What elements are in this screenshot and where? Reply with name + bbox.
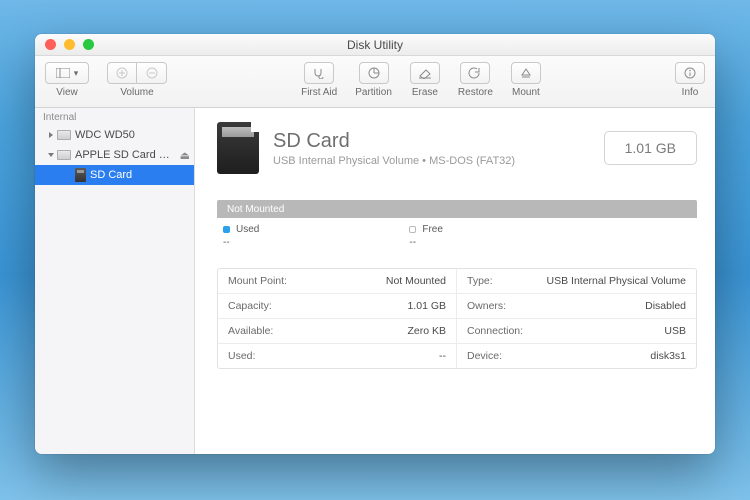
toolbar-volume-group: Volume [107, 62, 167, 98]
legend-used-label: Used [236, 224, 259, 235]
capacity-badge: 1.01 GB [604, 131, 697, 165]
erase-icon [418, 67, 432, 79]
sidebar-section-internal: Internal [35, 108, 194, 125]
detail-owners: Owners:Disabled [457, 294, 696, 319]
legend-free-label: Free [422, 224, 443, 235]
sidebar-item-label: APPLE SD Card R… [75, 149, 176, 161]
eject-icon[interactable]: ⏏ [180, 149, 190, 162]
chevron-down-icon: ▾ [74, 68, 79, 79]
toolbar-label-restore: Restore [458, 87, 493, 98]
details-table: Mount Point:Not Mounted Type:USB Interna… [217, 268, 697, 369]
sidebar-item-wdc[interactable]: WDC WD50 [35, 125, 194, 145]
sidebar-item-apple-sd-reader[interactable]: APPLE SD Card R… ⏏ [35, 145, 194, 165]
volume-header: SD Card USB Internal Physical Volume • M… [217, 122, 697, 174]
plus-volume-icon [116, 67, 128, 79]
mount-button[interactable] [511, 62, 541, 84]
detail-used: Used:-- [218, 344, 457, 368]
mount-icon [520, 67, 532, 79]
detail-available: Available:Zero KB [218, 319, 457, 344]
toolbar-label-view: View [56, 87, 78, 98]
view-button[interactable]: ▾ [45, 62, 89, 84]
legend-used-value: -- [223, 237, 259, 248]
status-bar: Not Mounted [217, 200, 697, 218]
legend-used: Used -- [223, 224, 259, 248]
minus-volume-icon [146, 67, 158, 79]
toolbar-label-mount: Mount [512, 87, 540, 98]
toolbar-label-erase: Erase [412, 87, 438, 98]
restore-button[interactable] [460, 62, 490, 84]
sidebar-item-label: SD Card [90, 169, 190, 181]
info-icon [684, 67, 696, 79]
sdcard-icon [75, 168, 86, 182]
pie-icon [368, 67, 380, 79]
detail-capacity: Capacity:1.01 GB [218, 294, 457, 319]
toolbar: ▾ View Volume First Aid Partition [35, 56, 715, 108]
detail-mount-point: Mount Point:Not Mounted [218, 269, 457, 294]
sidebar-item-label: WDC WD50 [75, 129, 190, 141]
sidebar: Internal WDC WD50 APPLE SD Card R… ⏏ SD … [35, 108, 195, 454]
firstaid-button[interactable] [304, 62, 334, 84]
volume-add-button[interactable] [107, 62, 137, 84]
stethoscope-icon [312, 67, 326, 79]
titlebar: Disk Utility [35, 34, 715, 56]
volume-name: SD Card [273, 130, 515, 153]
window-title: Disk Utility [35, 38, 715, 52]
volume-subtitle: USB Internal Physical Volume • MS-DOS (F… [273, 155, 515, 167]
toolbar-label-partition: Partition [355, 87, 392, 98]
used-swatch-icon [223, 226, 230, 233]
disclosure-right-icon[interactable] [49, 132, 53, 138]
erase-button[interactable] [410, 62, 440, 84]
toolbar-label-firstaid: First Aid [301, 87, 337, 98]
detail-type: Type:USB Internal Physical Volume [457, 269, 696, 294]
toolbar-label-volume: Volume [120, 87, 153, 98]
sidebar-icon [56, 68, 70, 78]
legend-free-value: -- [409, 237, 443, 248]
restore-icon [468, 67, 482, 79]
sidebar-item-sdcard[interactable]: SD Card [35, 165, 194, 185]
info-button[interactable] [675, 62, 705, 84]
partition-button[interactable] [359, 62, 389, 84]
usage-legend: Used -- Free -- [217, 218, 697, 262]
detail-device: Device:disk3s1 [457, 344, 696, 368]
disclosure-down-icon[interactable] [48, 153, 54, 157]
detail-connection: Connection:USB [457, 319, 696, 344]
hdd-icon [57, 150, 71, 160]
toolbar-label-info: Info [682, 87, 699, 98]
disk-utility-window: Disk Utility ▾ View Volume [35, 34, 715, 454]
content-pane: SD Card USB Internal Physical Volume • M… [195, 108, 715, 454]
volume-remove-button[interactable] [137, 62, 167, 84]
legend-free: Free -- [409, 224, 443, 248]
hdd-icon [57, 130, 71, 140]
sdcard-large-icon [217, 122, 259, 174]
free-swatch-icon [409, 226, 416, 233]
toolbar-view-group: ▾ View [45, 62, 89, 98]
